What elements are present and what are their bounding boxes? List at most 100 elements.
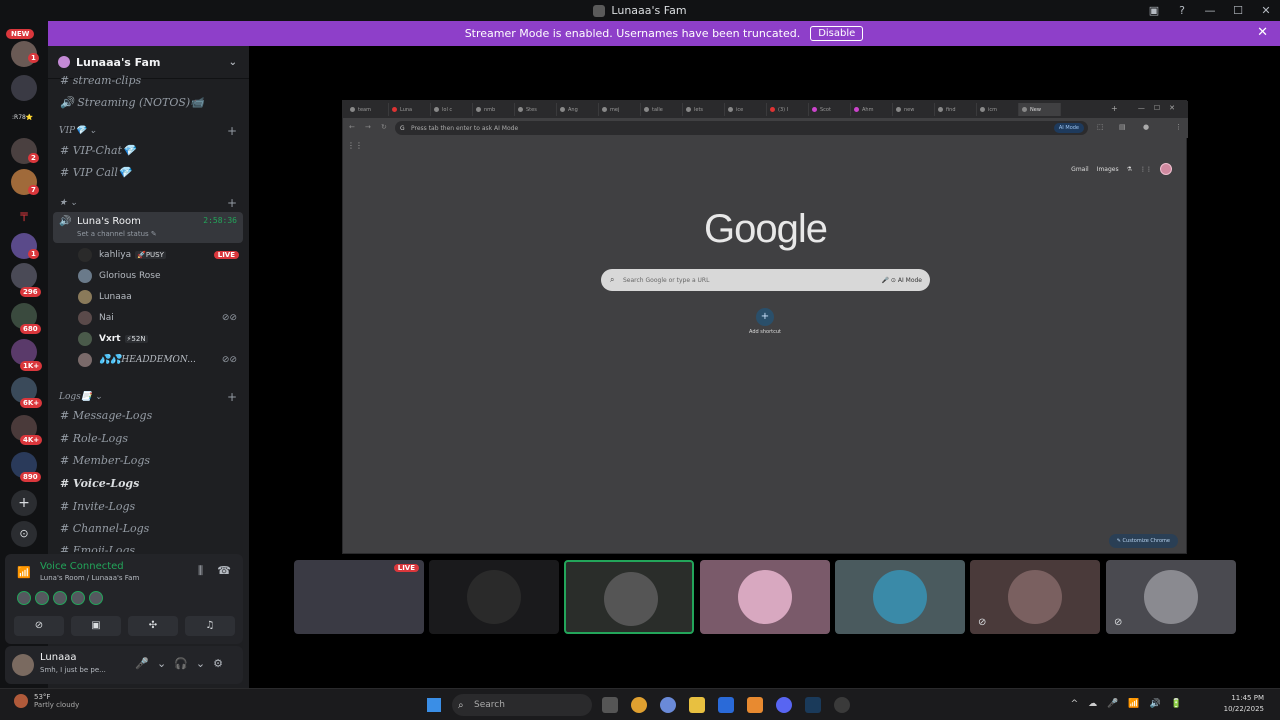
channel-vip-chat[interactable]: # VIP-Chat💎 [60,144,136,157]
browser-tab-active[interactable]: New [1019,103,1061,116]
chrome-icon[interactable] [631,697,647,713]
menu-icon[interactable]: ⋮ [1175,123,1182,131]
browser-tab[interactable]: Stes [515,103,557,116]
screen-share-button[interactable]: ▣ [71,616,121,636]
back-icon[interactable]: ← [349,123,355,131]
add-channel-icon[interactable]: + [227,390,237,404]
browser-tab[interactable]: ice [725,103,767,116]
sidepanel-icon[interactable]: ▤ [1119,123,1126,131]
images-link[interactable]: Images [1097,166,1119,173]
server-folder-icon[interactable] [11,263,37,289]
channel-status-input[interactable]: Set a channel status ✎ [77,230,157,238]
omnibox-input[interactable]: G Press tab then enter to ask AI Mode AI… [395,121,1088,135]
stream-tile-live[interactable]: LIVE [294,560,424,634]
browser-tab[interactable]: icm [977,103,1019,116]
app-icon[interactable] [834,697,850,713]
browser-tab[interactable]: team [347,103,389,116]
channel-stream-clips[interactable]: # stream-clips [60,74,141,87]
category-star[interactable]: ★ ⌄ [59,198,77,208]
copilot-icon[interactable] [660,697,676,713]
discord-icon[interactable] [776,697,792,713]
system-tray[interactable]: ^☁🎤📶🔊🔋 [1071,699,1192,709]
participant-tile-speaking[interactable] [564,560,694,634]
browser-tab[interactable]: Ang [557,103,599,116]
browser-tab[interactable]: lol c [431,103,473,116]
system-clock[interactable]: 11:45 PM 10/22/2025 [1224,693,1264,715]
reload-icon[interactable]: ↻ [381,123,387,131]
help-icon[interactable]: ? [1168,4,1196,17]
ai-mode-button[interactable]: AI Mode [1053,123,1084,133]
app-icon[interactable] [747,697,763,713]
browser-tab[interactable]: Ahm [851,103,893,116]
discover-icon[interactable]: ⊙ [11,521,37,547]
category-vip[interactable]: VIP💎 ⌄ [59,126,97,136]
disable-streamer-mode-button[interactable]: Disable [810,26,864,41]
forward-icon[interactable]: → [365,123,371,131]
taskbar-search[interactable]: ⌕ Search [452,694,592,716]
user-controls[interactable]: 🎤⌄🎧⌄⚙ [135,657,231,670]
channel-voice-logs[interactable]: # Voice-Logs [60,477,139,490]
noise-suppression-icon[interactable]: ⫼ [198,564,203,578]
voice-channel-lunas-room[interactable]: 🔊 Luna's Room 2:58:36 Set a channel stat… [53,212,243,243]
google-search-input[interactable]: ⌕ Search Google or type a URL 🎤 ⊙ AI Mod… [601,269,930,291]
profile-icon[interactable]: ● [1143,123,1149,131]
browser-window-controls[interactable]: —☐✕ [1138,104,1184,112]
participant-tile[interactable] [700,560,830,634]
browser-tab[interactable]: Luna [389,103,431,116]
labs-icon[interactable]: ⚗ [1127,166,1132,173]
shared-screen-browser[interactable]: team Luna lol c nmb Stes Ang mej talle l… [342,100,1188,554]
gun-icon[interactable]: ╤ [11,201,37,227]
search-ai-mode[interactable]: AI Mode [898,277,922,284]
signal-icon[interactable]: 📶 [17,566,31,579]
add-shortcut-button[interactable]: + Add shortcut [747,308,783,335]
voice-user[interactable]: kahliya 🚀PUSY LIVE [78,246,243,264]
inbox-icon[interactable]: ▣ [1140,4,1168,17]
participant-tile[interactable]: ⊘ [970,560,1100,634]
participant-tile[interactable]: ⊘ [1106,560,1236,634]
browser-tab[interactable]: new [893,103,935,116]
browser-tab[interactable]: nmb [473,103,515,116]
store-icon[interactable] [718,697,734,713]
channel-streaming[interactable]: 🔊 Streaming (NOTOS)📹 [60,96,204,109]
channel-message-logs[interactable]: # Message-Logs [60,409,152,422]
voice-user[interactable]: Nai ⊘⊘ [78,309,243,327]
camera-off-button[interactable]: ⊘ [14,616,64,636]
channel-vip-call[interactable]: # VIP Call💎 [60,166,132,179]
google-apps-icon[interactable]: ⋮⋮ [1140,166,1152,173]
steam-icon[interactable] [805,697,821,713]
activities-button[interactable]: ✣ [128,616,178,636]
browser-tab[interactable]: Scot [809,103,851,116]
channel-emoji-logs[interactable]: # Emoji-Logs [60,544,135,552]
weather-widget[interactable]: 53°F Partly cloudy [14,693,79,709]
voice-user[interactable]: Vxrt ⚡52N [78,330,243,348]
participant-tile[interactable] [835,560,965,634]
add-channel-icon[interactable]: + [227,124,237,138]
file-explorer-icon[interactable] [689,697,705,713]
server-icon[interactable] [11,75,37,101]
account-avatar[interactable] [1160,163,1172,175]
voice-user[interactable]: 💦💦HEADDEMON... ⊘⊘ [78,351,243,369]
close-window-button[interactable]: ✕ [1252,4,1280,17]
channel-member-logs[interactable]: # Member-Logs [60,454,150,467]
browser-tab[interactable]: find [935,103,977,116]
gmail-link[interactable]: Gmail [1071,166,1089,173]
channel-invite-logs[interactable]: # Invite-Logs [60,500,135,513]
new-tab-icon[interactable]: + [1111,104,1118,113]
chevron-down-icon[interactable]: ⌄ [229,57,237,68]
task-view-icon[interactable] [602,697,618,713]
apps-icon[interactable]: ⋮⋮ [347,141,363,150]
browser-tab[interactable]: lets [683,103,725,116]
browser-tab[interactable]: mej [599,103,641,116]
customize-chrome-button[interactable]: ✎ Customize Chrome [1108,534,1178,548]
search-tools[interactable]: 🎤 ⊙ AI Mode [882,277,922,284]
voice-location[interactable]: Luna's Room / Lunaaa's Fam [40,574,139,582]
minimize-button[interactable]: — [1196,4,1224,17]
participant-tile[interactable] [429,560,559,634]
channel-channel-logs[interactable]: # Channel-Logs [60,522,149,535]
server-ticker[interactable]: :R78⭐ [12,105,33,131]
voice-user[interactable]: Glorious Rose [78,267,243,285]
add-server-icon[interactable]: + [11,490,37,516]
add-channel-icon[interactable]: + [227,196,237,210]
soundboard-button[interactable]: ♫ [185,616,235,636]
extensions-icon[interactable]: ⬚ [1097,123,1104,131]
